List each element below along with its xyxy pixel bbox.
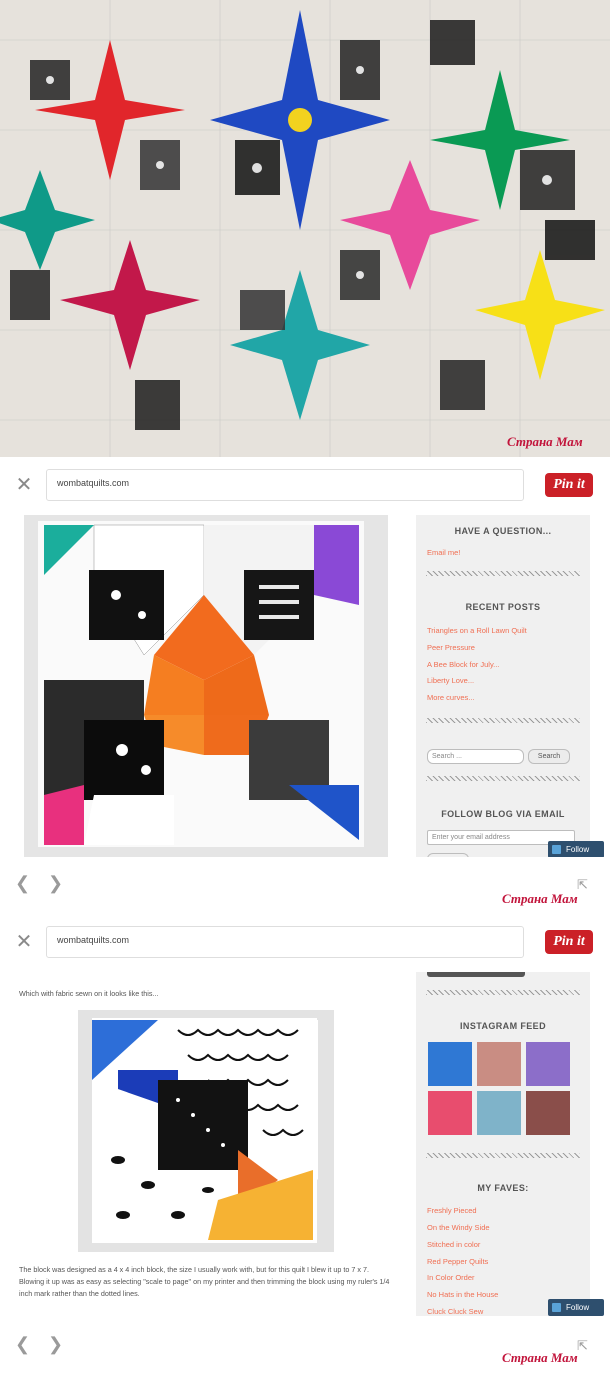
follow-button[interactable]: Follow [548,1299,604,1316]
watermark: Страна Мам [502,891,578,906]
blog-page-2: Which with fabric sewn on it looks like … [0,972,610,1316]
follow-blog-heading: FOLLOW BLOG VIA EMAIL [441,809,565,819]
back-arrow-icon[interactable]: ❮ [15,1334,30,1355]
fabric-block-illustration [92,1018,318,1243]
wavy-divider [426,718,580,723]
quilt-blocks-photo: Страна Мам [0,0,610,457]
instagram-thumbnail[interactable] [526,1042,570,1086]
fave-link[interactable]: Red Pepper Quilts [427,1257,488,1266]
close-icon[interactable]: ✕ [14,475,34,495]
fave-link[interactable]: Freshly Pieced [427,1206,477,1215]
url-field[interactable]: wombatquilts.com [46,926,524,958]
browser-topbar: ✕ wombatquilts.com Pin it [0,914,610,973]
instagram-thumbnail[interactable] [428,1091,472,1135]
wavy-divider [426,776,580,781]
forward-arrow-icon[interactable]: ❯ [48,1334,63,1355]
fabric-block-image [78,1010,334,1252]
instagram-thumbnail[interactable] [526,1091,570,1135]
viewer-footer: ❮ ❯ ⇱ Страна Мам [0,857,610,911]
pin-it-button[interactable]: Pin it [545,473,593,497]
watermark: Страна Мам [507,434,583,449]
recent-post-link[interactable]: Liberty Love... [427,676,474,685]
wavy-divider [426,1153,580,1158]
forward-arrow-icon[interactable]: ❯ [48,873,63,894]
post-intro: Which with fabric sewn on it looks like … [19,989,159,998]
recent-post-link[interactable]: More curves... [427,693,475,702]
fave-link[interactable]: In Color Order [427,1273,475,1282]
faves-heading: MY FAVES: [477,1183,529,1193]
recent-post-link[interactable]: A Bee Block for July... [427,660,499,669]
sidebar: INSTAGRAM FEED MY FAVES: Freshly Pieced … [416,972,590,1316]
follow-button[interactable]: Follow [548,841,604,858]
close-icon[interactable]: ✕ [14,932,34,952]
url-field[interactable]: wombatquilts.com [46,469,524,501]
instagram-thumbnail[interactable] [428,1042,472,1086]
pin-it-button[interactable]: Pin it [545,930,593,954]
sidebar: HAVE A QUESTION... Email me! RECENT POST… [416,515,590,857]
instagram-heading: INSTAGRAM FEED [460,1021,546,1031]
fave-link[interactable]: Cluck Cluck Sew [427,1307,483,1316]
fave-link[interactable]: Stitched in color [427,1240,480,1249]
fave-link[interactable]: No Hats in the House [427,1290,498,1299]
wavy-divider [426,990,580,995]
recent-posts-heading: RECENT POSTS [465,602,541,612]
quilt-block-illustration [38,521,364,847]
back-arrow-icon[interactable]: ❮ [15,873,30,894]
quilt-block-image [24,515,388,857]
search-button[interactable]: Search [528,749,570,764]
external-link-icon[interactable]: ⇱ [577,877,588,893]
have-question-heading: HAVE A QUESTION... [454,526,552,536]
recent-post-link[interactable]: Triangles on a Roll Lawn Quilt [427,626,527,635]
email-me-link[interactable]: Email me! [427,548,460,557]
recent-post-link[interactable]: Peer Pressure [427,643,475,652]
instagram-thumbnail[interactable] [477,1042,521,1086]
scroll-remnant [427,972,525,977]
blog-page-1: HAVE A QUESTION... Email me! RECENT POST… [0,515,610,857]
instagram-thumbnail[interactable] [477,1091,521,1135]
watermark: Страна Мам [502,1350,578,1365]
search-input[interactable]: Search ... [427,749,524,764]
post-paragraph: The block was designed as a 4 x 4 inch b… [19,1265,390,1298]
browser-topbar: ✕ wombatquilts.com Pin it [0,457,610,516]
quilt-blocks-illustration [0,0,610,457]
viewer-footer: ❮ ❯ ⇱ Страна Мам [0,1316,610,1373]
external-link-icon[interactable]: ⇱ [577,1338,588,1354]
fave-link[interactable]: On the Windy Side [427,1223,490,1232]
wavy-divider [426,571,580,576]
